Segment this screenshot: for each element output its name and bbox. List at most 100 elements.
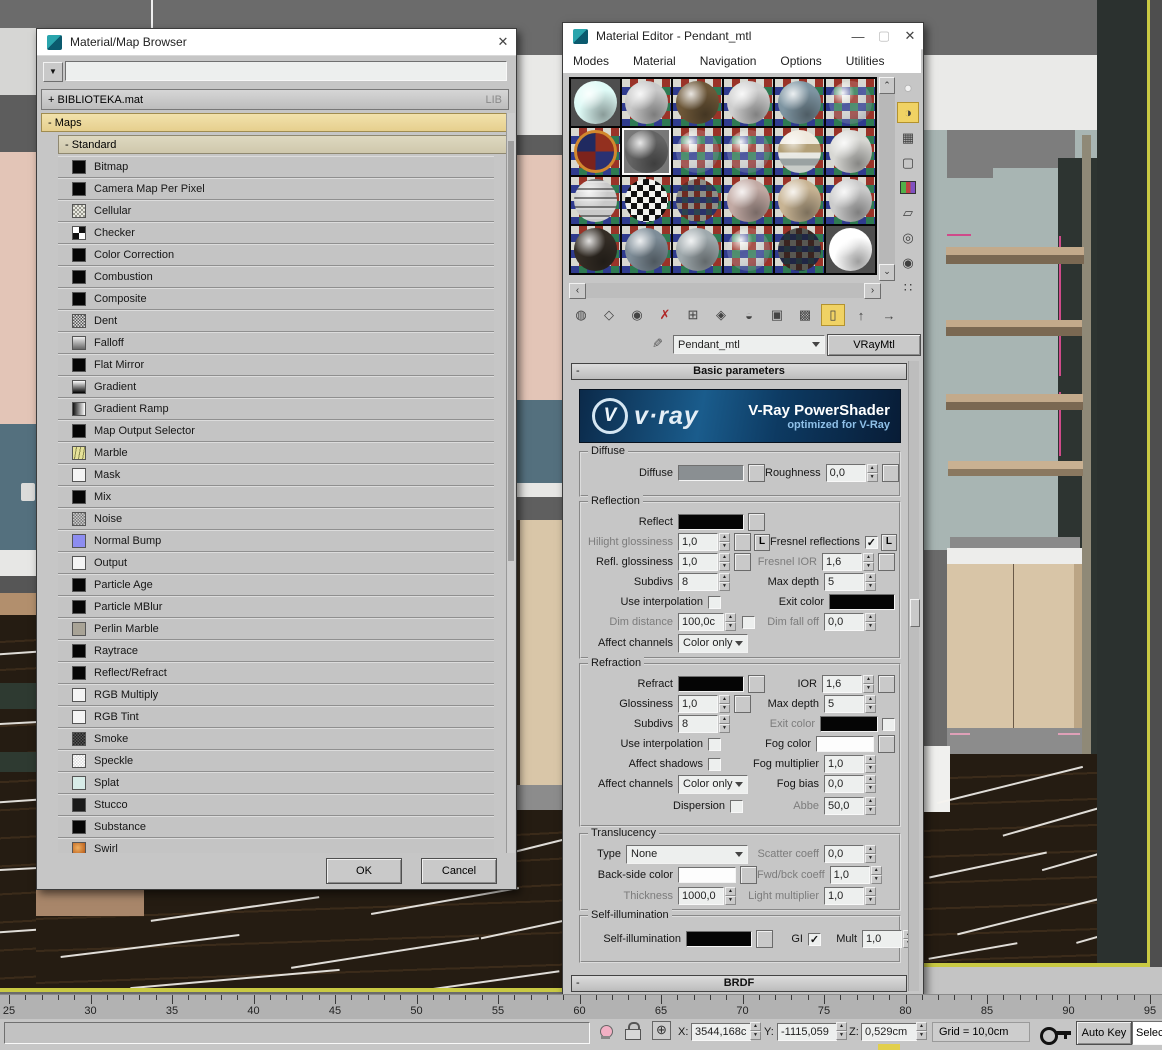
minimize-icon[interactable]: — — [845, 29, 871, 44]
reset-map-button[interactable]: ✗ — [653, 304, 677, 326]
map-list-item[interactable]: Stucco — [58, 794, 494, 816]
back-side-color-swatch[interactable] — [678, 867, 736, 883]
menu-navigation[interactable]: Navigation — [700, 54, 757, 68]
standard-group-header[interactable]: - Standard — [58, 135, 508, 154]
glossiness-map-button[interactable] — [734, 695, 751, 713]
sample-slot[interactable] — [622, 177, 671, 224]
glossiness-spinner[interactable]: ▲ ▼ — [719, 695, 730, 713]
brdf-rollout[interactable]: BRDF — [571, 975, 907, 992]
map-list-item[interactable]: Normal Bump — [58, 530, 494, 552]
reflect-map-button[interactable] — [748, 513, 765, 531]
map-list-item[interactable]: Dent — [58, 310, 494, 332]
pick-material-icon[interactable]: ✎ — [648, 338, 664, 349]
fog-bias-spinner[interactable]: ▲ ▼ — [865, 775, 876, 793]
set-key-icon[interactable] — [1040, 1027, 1058, 1045]
sample-slot[interactable] — [775, 226, 824, 273]
auto-key-button[interactable]: Auto Key — [1076, 1021, 1132, 1045]
map-list-item[interactable]: Camera Map Per Pixel — [58, 178, 494, 200]
max-depth-spinner[interactable]: ▲ ▼ — [865, 573, 876, 591]
sample-slot[interactable] — [571, 79, 620, 126]
sample-slot[interactable] — [673, 79, 722, 126]
make-unique-button[interactable]: ◈ — [709, 304, 733, 326]
refr-exit-color-swatch[interactable] — [820, 716, 878, 732]
map-list-item[interactable]: Checker — [58, 222, 494, 244]
ior-field[interactable]: 1,6 — [822, 675, 862, 693]
mult-field[interactable]: 1,0 — [862, 930, 902, 948]
z-coordinate-field[interactable]: 0,529cm — [861, 1023, 917, 1041]
affect-channels-select[interactable]: Color only — [678, 633, 748, 653]
affect-shadows-checkbox[interactable] — [708, 757, 721, 771]
library-header[interactable]: + BIBLIOTEKA.mat LIB — [41, 89, 509, 110]
sample-slot[interactable] — [571, 128, 620, 175]
dim-distance-checkbox[interactable] — [742, 615, 755, 629]
map-list-item[interactable]: Combustion — [58, 266, 494, 288]
sample-slot[interactable] — [775, 177, 824, 224]
map-list-item[interactable]: Noise — [58, 508, 494, 530]
roughness-field[interactable]: 0,0 — [825, 464, 866, 482]
transform-gizmo-icon[interactable]: ⊕ — [652, 1021, 671, 1040]
map-list-item[interactable]: Mix — [58, 486, 494, 508]
fresnel-lock-button[interactable]: L — [880, 533, 897, 551]
subdivs-field[interactable]: 8 — [678, 573, 718, 591]
map-list-item[interactable]: Smoke — [58, 728, 494, 750]
x-spinner[interactable]: ▲ ▼ — [750, 1022, 761, 1040]
roughness-map-button[interactable] — [881, 464, 899, 482]
sample-slot[interactable] — [826, 128, 875, 175]
browser-titlebar[interactable]: Material/Map Browser ✕ — [37, 29, 516, 56]
light-multiplier-spinner[interactable]: ▲ ▼ — [865, 887, 876, 905]
sample-slot[interactable] — [826, 79, 875, 126]
show-material-in-viewport-button[interactable]: ▩ — [793, 304, 817, 326]
dim-fall-off-spinner[interactable]: ▲ ▼ — [865, 613, 876, 631]
select-by-material-button[interactable]: ◉ — [897, 252, 919, 273]
go-forward-to-sibling-button[interactable]: → — [877, 304, 901, 326]
search-filter-button[interactable]: ▼ — [43, 62, 63, 82]
browser-scrollbar[interactable] — [506, 113, 515, 853]
sample-slot[interactable] — [673, 128, 722, 175]
fog-multiplier-spinner[interactable]: ▲ ▼ — [865, 755, 876, 773]
self-illumination-map-button[interactable] — [756, 930, 773, 948]
map-list-item[interactable]: Cellular — [58, 200, 494, 222]
scroll-left-icon[interactable]: ‹ — [569, 283, 586, 299]
dim-distance-spinner[interactable]: ▲ ▼ — [725, 613, 736, 631]
scroll-up-icon[interactable]: ⌃ — [879, 77, 895, 94]
y-coordinate-field[interactable]: -1115,059 — [777, 1023, 837, 1041]
ok-button[interactable]: OK — [326, 858, 402, 884]
map-list-item[interactable]: Raytrace — [58, 640, 494, 662]
refr-subdivs-spinner[interactable]: ▲ ▼ — [719, 715, 730, 733]
roughness-spinner[interactable]: ▲ ▼ — [866, 464, 878, 482]
put-to-library-button[interactable]: ◒ — [737, 304, 761, 326]
diffuse-map-button[interactable] — [748, 464, 765, 482]
map-list-item[interactable]: Particle MBlur — [58, 596, 494, 618]
diffuse-color-swatch[interactable] — [678, 465, 744, 481]
show-end-result-button[interactable]: ▯ — [821, 304, 845, 326]
selection-lock-icon[interactable] — [625, 1029, 641, 1040]
sample-hscrollbar[interactable]: ‹ › — [569, 283, 881, 299]
make-preview-button[interactable]: ▱ — [897, 202, 919, 223]
sample-uv-tiling-button[interactable]: ▢ — [897, 152, 919, 173]
scatter-coeff-field[interactable]: 0,0 — [824, 845, 864, 863]
refl-glossiness-field[interactable]: 1,0 — [678, 553, 718, 571]
sample-slot[interactable] — [775, 128, 824, 175]
map-list-item[interactable]: Falloff — [58, 332, 494, 354]
map-list-item[interactable]: Bitmap — [58, 156, 494, 178]
material-type-button[interactable]: VRayMtl — [827, 334, 921, 356]
go-to-parent-button[interactable]: ↑ — [849, 304, 873, 326]
thickness-field[interactable]: 1000,0 — [678, 887, 724, 905]
refr-subdivs-field[interactable]: 8 — [678, 715, 718, 733]
light-multiplier-field[interactable]: 1,0 — [824, 887, 864, 905]
map-list-item[interactable]: RGB Tint — [58, 706, 494, 728]
z-spinner[interactable]: ▲ ▼ — [916, 1022, 927, 1040]
sample-type-button[interactable]: ● — [897, 77, 919, 98]
dim-distance-field[interactable]: 100,0c — [678, 613, 724, 631]
fog-multiplier-field[interactable]: 1,0 — [824, 755, 864, 773]
fresnel-ior-spinner[interactable]: ▲ ▼ — [863, 553, 874, 571]
back-side-map-button[interactable] — [740, 866, 757, 884]
exit-color-swatch[interactable] — [829, 594, 895, 610]
fwd-bck-coeff-spinner[interactable]: ▲ ▼ — [870, 866, 882, 884]
refr-max-depth-field[interactable]: 5 — [824, 695, 864, 713]
sample-slot[interactable] — [724, 79, 773, 126]
map-list-item[interactable]: Flat Mirror — [58, 354, 494, 376]
cancel-button[interactable]: Cancel — [421, 858, 497, 884]
scroll-down-icon[interactable]: ⌄ — [879, 264, 895, 281]
hilight-glossiness-map-button[interactable] — [734, 533, 751, 551]
